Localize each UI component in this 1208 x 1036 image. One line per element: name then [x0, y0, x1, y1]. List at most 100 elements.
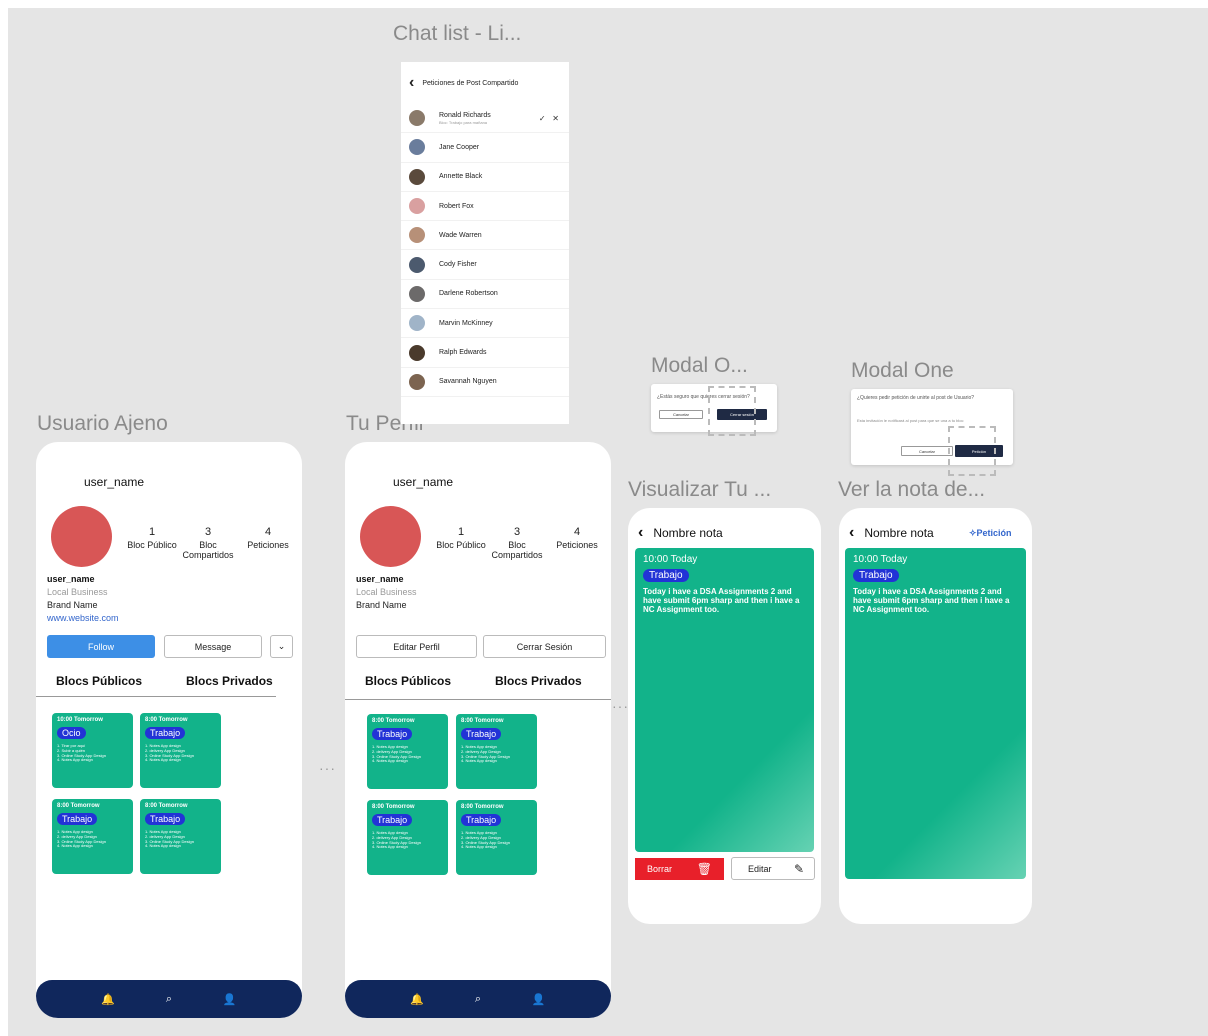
profile-avatar[interactable] [360, 506, 421, 567]
profile-brand: Brand Name [356, 600, 407, 611]
bloc-card-list-item: 4. Notes App design [461, 758, 497, 764]
bell-icon[interactable]: 🔔 [410, 993, 424, 1006]
frame-title-chat-list: Chat list - Li... [393, 22, 522, 45]
stat-requests[interactable]: 4 Peticiones [549, 526, 605, 551]
tab-private-blocs[interactable]: Blocs Privados [495, 674, 582, 688]
avatar [409, 315, 425, 332]
user-icon[interactable]: 👤 [223, 993, 237, 1006]
tab-divider [345, 699, 611, 700]
contact-row[interactable]: Darlene Robertson [401, 280, 569, 310]
back-arrow-icon[interactable]: ‹ [409, 74, 414, 92]
bloc-card-tag: Ocio [57, 727, 86, 739]
bloc-card-list: 1. Notes App design 2. delivery App Desig… [372, 744, 443, 764]
selection-bounds [948, 426, 996, 476]
avatar [409, 373, 425, 390]
stat-requests[interactable]: 4 Peticiones [240, 526, 296, 551]
back-arrow-icon[interactable]: ‹ [638, 524, 643, 542]
bloc-card[interactable]: 8:00 Tomorrow Trabajo 1. Notes App design 2… [456, 800, 537, 875]
note-content: 10:00 Today Trabajo Today i have a DSA A… [635, 548, 814, 852]
contact-row[interactable]: Ralph Edwards [401, 338, 569, 368]
modal-request-body: Esta invitación le notificará al post pa… [857, 418, 964, 423]
bloc-card-time: 8:00 Tomorrow [57, 803, 100, 809]
contact-name: Savannah Nguyen [439, 378, 497, 386]
more-options-button[interactable]: ⌄ [270, 635, 293, 658]
contact-name: Wade Warren [439, 231, 482, 239]
edit-profile-button[interactable]: Editar Perfil [356, 635, 477, 658]
frame-title-usuario-ajeno: Usuario Ajeno [37, 412, 168, 435]
logout-button[interactable]: Cerrar Sesión [483, 635, 606, 658]
bloc-card[interactable]: 8:00 Tomorrow Trabajo 1. Notes App design 2… [367, 714, 448, 789]
search-icon[interactable]: ⌕ [166, 993, 172, 1006]
modal-request-cancel-button[interactable]: Cancelar [901, 446, 953, 456]
bloc-card-time: 8:00 Tomorrow [461, 804, 504, 810]
contact-row[interactable]: Robert Fox [401, 192, 569, 222]
contact-row[interactable]: Jane Cooper [401, 133, 569, 163]
contact-name: Cody Fisher [439, 261, 477, 269]
message-button[interactable]: Message [164, 635, 262, 658]
connector-dots: ··· [612, 698, 629, 714]
stat-public[interactable]: 1 Bloc Público [124, 526, 180, 551]
delete-label: Borrar [647, 864, 673, 874]
contact-name: Robert Fox [439, 202, 474, 210]
bloc-card[interactable]: 8:00 Tomorrow Trabajo 1. Notes App design 2… [52, 799, 133, 874]
edit-label: Editar [748, 863, 772, 874]
profile-website-link[interactable]: www.website.com [47, 612, 119, 625]
note-title: Nombre nota [653, 526, 723, 540]
note-time: 10:00 Today [643, 554, 698, 565]
stat-shared[interactable]: 3 Bloc Compartidos [491, 526, 543, 561]
bloc-card[interactable]: 8:00 Tomorrow Trabajo 1. Notes App design 2… [456, 714, 537, 789]
bloc-card-list-item: 4. Notes App design [372, 844, 408, 850]
frame-title-modal-one: Modal One [851, 359, 954, 382]
contact-row[interactable]: Wade Warren [401, 221, 569, 251]
phone-ver-nota: ‹ Nombre nota ✧Petición 10:00 Today Trab… [839, 508, 1032, 924]
bloc-card[interactable]: 8:00 Tomorrow Trabajo 1. Notes App design 2… [367, 800, 448, 875]
user-icon[interactable]: 👤 [532, 993, 546, 1006]
modal-logout-cancel-button[interactable]: Cancelar [659, 410, 703, 419]
bloc-card-list-item: 4. Notes App design [461, 844, 497, 850]
profile-avatar[interactable] [51, 506, 112, 567]
edit-button[interactable]: Editar ✎ [731, 857, 815, 880]
bottom-navigation: 🔔 ⌕ 👤 [36, 980, 302, 1018]
accept-check-icon[interactable]: ✓ [539, 114, 546, 123]
profile-username-top: user_name [393, 475, 454, 489]
bloc-card-list-item: 4. Notes App design [372, 758, 408, 764]
contact-name: Annette Black [439, 173, 483, 181]
plus-diamond-icon: ✧ [969, 528, 977, 538]
request-button[interactable]: ✧Petición [969, 528, 1012, 539]
contact-row[interactable]: Marvin McKinney [401, 309, 569, 339]
request-name: Ronald Richards [439, 111, 491, 119]
tab-public-blocs[interactable]: Blocs Públicos [365, 674, 451, 688]
avatar [409, 139, 425, 156]
bloc-card-tag: Trabajo [461, 728, 502, 740]
request-row[interactable]: Ronald Richards Bloc: Trabajo para mañan… [401, 104, 569, 134]
note-tag: Trabajo [643, 569, 689, 582]
delete-button[interactable]: Borrar 🗑 [635, 858, 724, 880]
contact-row[interactable]: Cody Fisher [401, 250, 569, 280]
contact-row[interactable]: Savannah Nguyen [401, 368, 569, 397]
stat-public[interactable]: 1 Bloc Público [433, 526, 489, 551]
tab-public-blocs[interactable]: Blocs Públicos [56, 674, 142, 688]
reject-close-icon[interactable]: ✕ [552, 114, 559, 123]
bloc-card[interactable]: 8:00 Tomorrow Trabajo 1. Notes App design 2… [140, 799, 221, 874]
bell-icon[interactable]: 🔔 [101, 993, 115, 1006]
contact-row[interactable]: Annette Black [401, 163, 569, 192]
bloc-card[interactable]: 10:00 Tomorrow Ocio 1. Tirar por aquí 2. Su… [52, 713, 133, 788]
note-title: Nombre nota [864, 526, 934, 540]
back-arrow-icon[interactable]: ‹ [849, 524, 854, 542]
contact-name: Darlene Robertson [439, 290, 498, 298]
bloc-card-tag: Trabajo [57, 813, 98, 825]
bloc-card-list: 1. Notes App design 2. delivery App Desig… [461, 744, 532, 764]
tab-private-blocs[interactable]: Blocs Privados [186, 674, 273, 688]
profile-brand: Brand Name [47, 600, 98, 611]
stat-shared[interactable]: 3 Bloc Compartidos [182, 526, 234, 561]
profile-info: user_name Local Business Brand Name [356, 573, 417, 612]
follow-button[interactable]: Follow [47, 635, 155, 658]
bloc-card-time: 8:00 Tomorrow [372, 804, 415, 810]
avatar [409, 256, 425, 273]
search-icon[interactable]: ⌕ [475, 993, 481, 1006]
bloc-card-time: 8:00 Tomorrow [372, 718, 415, 724]
avatar [409, 168, 425, 185]
phone-visualizar-nota: ‹ Nombre nota 10:00 Today Trabajo Today … [628, 508, 821, 924]
bloc-card[interactable]: 8:00 Tomorrow Trabajo 1. Notes App design 2… [140, 713, 221, 788]
note-header: ‹ Nombre nota [638, 524, 723, 542]
